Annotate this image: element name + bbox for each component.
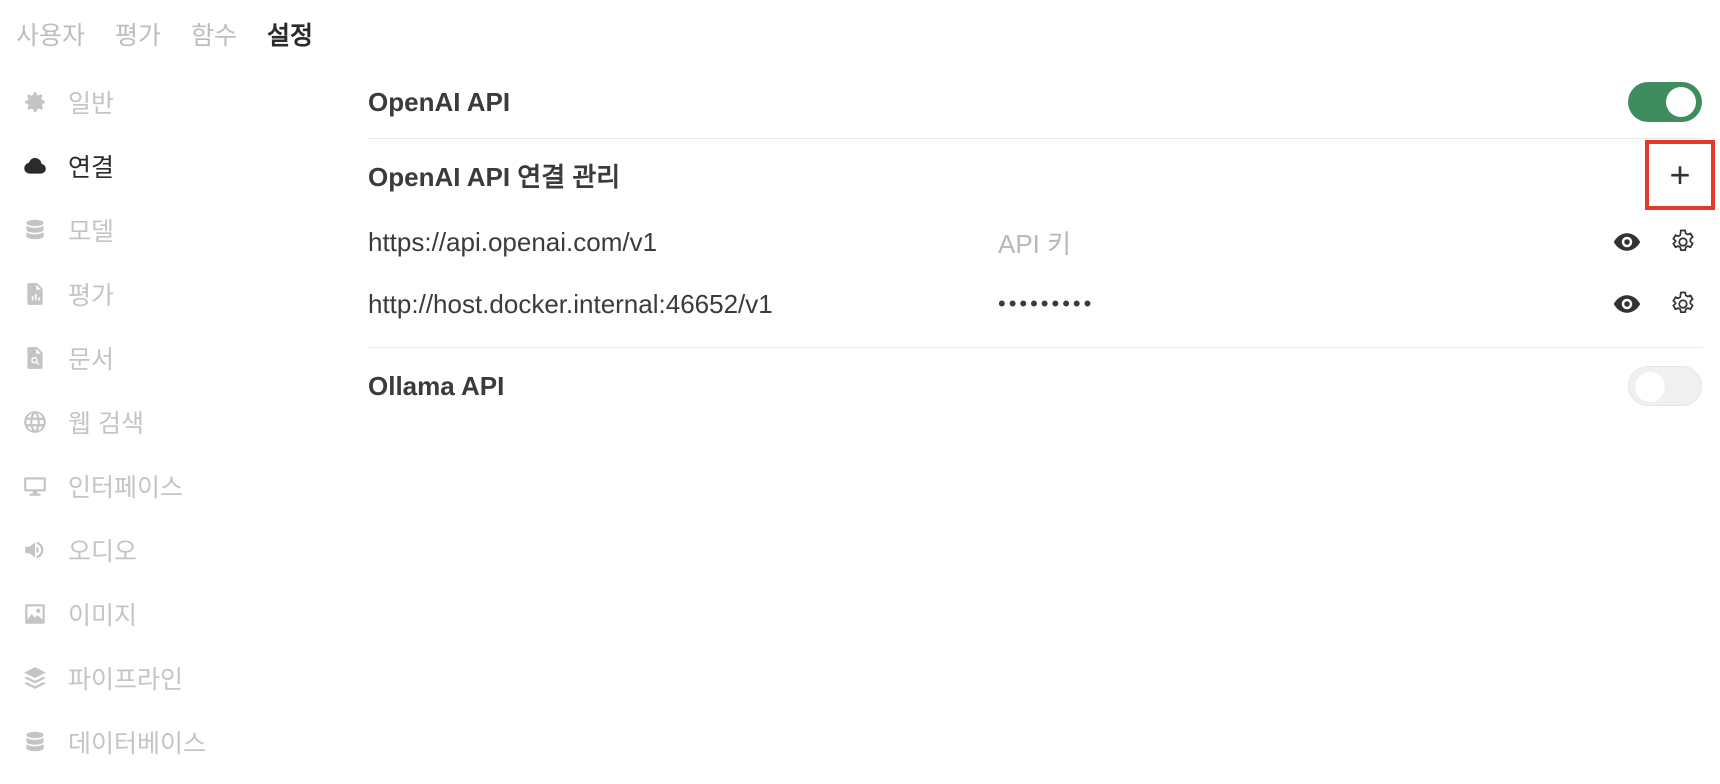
top-tabs: 사용자 평가 함수 설정 bbox=[16, 16, 313, 52]
sidebar-item-label: 데이터베이스 bbox=[68, 730, 207, 758]
openai-api-row: OpenAI API bbox=[368, 70, 1703, 134]
sidebar-item-label: 인터페이스 bbox=[68, 474, 184, 502]
sidebar-item-web-search[interactable]: 웹 검색 bbox=[20, 390, 300, 454]
ollama-api-title: Ollama API bbox=[368, 370, 505, 401]
sidebar-item-label: 파이프라인 bbox=[68, 666, 184, 694]
tab-evaluations[interactable]: 평가 bbox=[115, 16, 161, 52]
api-key-field[interactable]: API 키 bbox=[998, 224, 1591, 261]
openai-api-title: OpenAI API bbox=[368, 86, 511, 117]
sidebar-item-models[interactable]: 모델 bbox=[20, 198, 300, 262]
connections-panel: OpenAI API OpenAI API 연결 관리 + https://ap… bbox=[368, 70, 1715, 424]
layers-icon bbox=[20, 663, 50, 693]
database-icon bbox=[20, 215, 50, 245]
sidebar-item-documents[interactable]: 문서 bbox=[20, 326, 300, 390]
sidebar-item-general[interactable]: 일반 bbox=[20, 70, 300, 134]
toggle-knob bbox=[1635, 372, 1665, 402]
ollama-api-toggle[interactable] bbox=[1628, 366, 1702, 406]
ollama-api-row: Ollama API bbox=[368, 348, 1703, 424]
sidebar-item-label: 웹 검색 bbox=[68, 410, 144, 438]
sidebar-item-images[interactable]: 이미지 bbox=[20, 582, 300, 646]
sidebar-item-label: 문서 bbox=[68, 346, 115, 374]
tab-functions[interactable]: 함수 bbox=[191, 16, 237, 52]
image-icon bbox=[20, 599, 50, 629]
speaker-icon bbox=[20, 535, 50, 565]
monitor-icon bbox=[20, 471, 50, 501]
sidebar-item-pipelines[interactable]: 파이프라인 bbox=[20, 646, 300, 710]
openai-manage-row: OpenAI API 연결 관리 + bbox=[368, 139, 1715, 211]
sidebar-item-evaluations[interactable]: 평가 bbox=[20, 262, 300, 326]
connection-url[interactable]: http://host.docker.internal:46652/v1 bbox=[368, 289, 998, 320]
connection-url[interactable]: https://api.openai.com/v1 bbox=[368, 227, 998, 258]
sidebar-item-label: 일반 bbox=[68, 90, 115, 118]
toggle-knob bbox=[1666, 87, 1696, 117]
openai-api-toggle[interactable] bbox=[1628, 82, 1702, 122]
tab-settings[interactable]: 설정 bbox=[267, 16, 313, 52]
sidebar-item-label: 연결 bbox=[68, 154, 115, 182]
connection-row: https://api.openai.com/v1 API 키 bbox=[368, 211, 1703, 273]
cloud-icon bbox=[20, 151, 50, 181]
connection-row: http://host.docker.internal:46652/v1 •••… bbox=[368, 273, 1703, 335]
sidebar-item-label: 모델 bbox=[68, 218, 115, 246]
sidebar-item-interface[interactable]: 인터페이스 bbox=[20, 454, 300, 518]
sidebar-item-audio[interactable]: 오디오 bbox=[20, 518, 300, 582]
show-key-eye-icon[interactable] bbox=[1607, 284, 1647, 324]
add-connection-button[interactable]: + bbox=[1669, 157, 1690, 193]
sidebar-item-label: 이미지 bbox=[68, 602, 138, 630]
globe-icon bbox=[20, 407, 50, 437]
document-chart-icon bbox=[20, 279, 50, 309]
openai-manage-title: OpenAI API 연결 관리 bbox=[368, 161, 621, 192]
sidebar-item-connections[interactable]: 연결 bbox=[20, 134, 300, 198]
document-search-icon bbox=[20, 343, 50, 373]
show-key-eye-icon[interactable] bbox=[1607, 222, 1647, 262]
sidebar-item-label: 평가 bbox=[68, 282, 115, 310]
add-connection-highlight: + bbox=[1645, 140, 1715, 210]
tab-users[interactable]: 사용자 bbox=[16, 16, 85, 52]
gear-icon bbox=[20, 87, 50, 117]
connection-settings-gear-icon[interactable] bbox=[1663, 222, 1703, 262]
settings-sidebar: 일반 연결 모델 평가 문서 웹 검색 인터페이스 오디오 이미지 파이프라인 … bbox=[20, 70, 300, 774]
connection-settings-gear-icon[interactable] bbox=[1663, 284, 1703, 324]
database-icon bbox=[20, 727, 50, 757]
sidebar-item-label: 오디오 bbox=[68, 538, 138, 566]
sidebar-item-database[interactable]: 데이터베이스 bbox=[20, 710, 300, 774]
api-key-field[interactable]: ••••••••• bbox=[998, 291, 1591, 317]
